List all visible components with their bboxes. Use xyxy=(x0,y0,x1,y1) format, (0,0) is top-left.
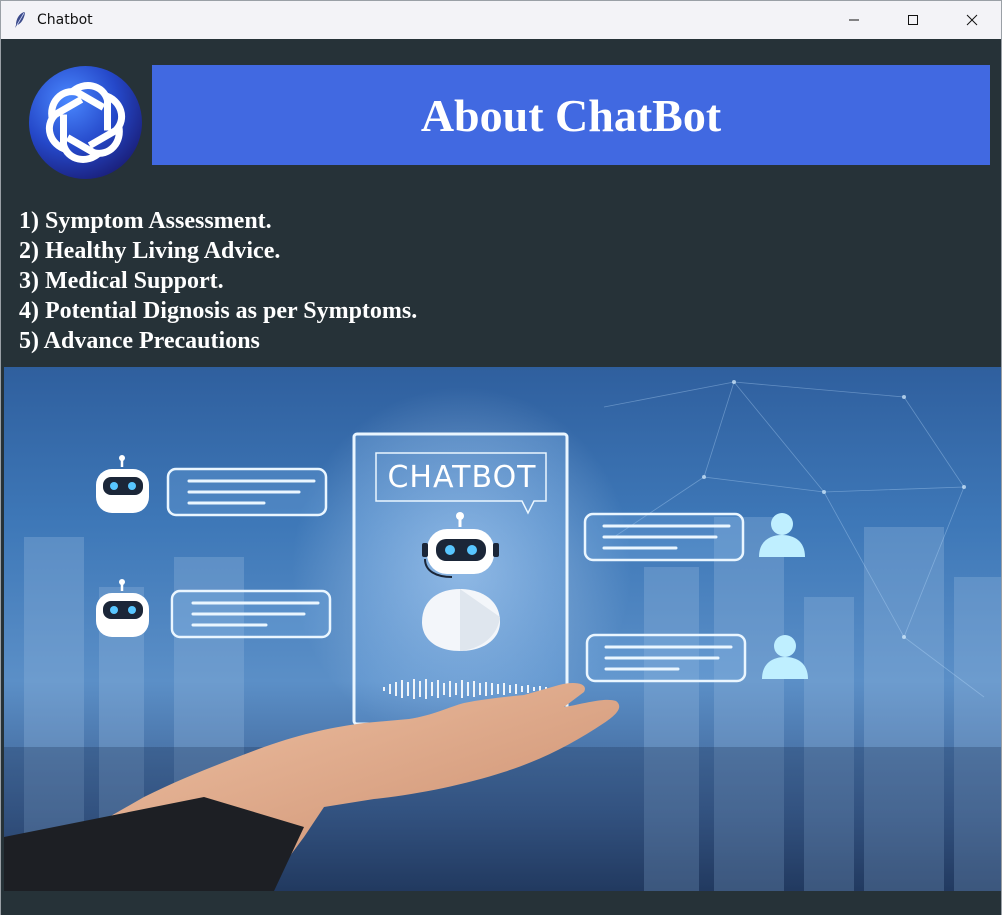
chatbot-label: CHATBOT xyxy=(387,459,537,495)
maximize-icon xyxy=(907,15,918,25)
minimize-button[interactable] xyxy=(824,1,883,39)
header-banner: About ChatBot xyxy=(152,65,990,165)
window-controls xyxy=(824,1,1001,39)
main-content: About ChatBot 1) Symptom Assessment. 2) … xyxy=(1,39,1001,915)
feature-list: 1) Symptom Assessment. 2) Healthy Living… xyxy=(19,206,417,356)
feature-item: 4) Potential Dignosis as per Symptoms. xyxy=(19,298,418,324)
feature-item: 5) Advance Precautions xyxy=(19,328,260,354)
feature-item: 2) Healthy Living Advice. xyxy=(19,238,281,264)
minimize-icon xyxy=(848,19,859,21)
close-icon xyxy=(966,14,977,26)
left-robot-1 xyxy=(96,455,149,513)
app-window: Chatbot About ChatBot 1) Symptom Assessm… xyxy=(0,0,1002,915)
openai-logo-icon xyxy=(29,66,142,179)
bottom-strip xyxy=(1,891,1001,915)
feature-item: 1) Symptom Assessment. xyxy=(19,208,272,234)
feather-icon xyxy=(13,11,29,29)
maximize-button[interactable] xyxy=(883,1,942,39)
feature-item: 3) Medical Support. xyxy=(19,268,224,294)
window-title: Chatbot xyxy=(37,12,93,28)
close-button[interactable] xyxy=(942,1,1001,39)
chatbot-hero-image: CHATBOT xyxy=(4,367,1001,891)
page-title: About ChatBot xyxy=(420,89,722,141)
title-bar[interactable]: Chatbot xyxy=(1,1,1001,39)
